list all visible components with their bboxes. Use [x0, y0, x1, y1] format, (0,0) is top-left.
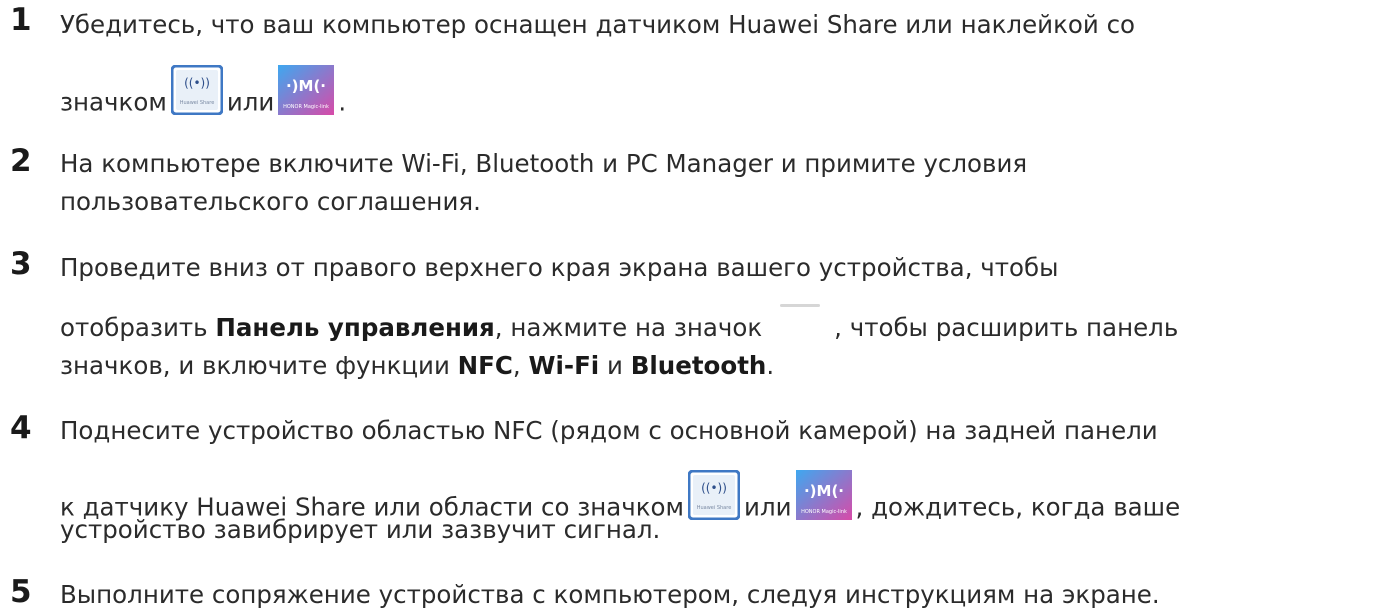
honor-magic-link-icon: ·)M(· HONOR Magic-link [795, 470, 852, 520]
step-text-line: отобразить Панель управления, нажмите на… [60, 304, 1178, 341]
honor-magic-link-icon: ·)M(· HONOR Magic-link [278, 65, 335, 115]
svg-text:Huawei Share: Huawei Share [697, 505, 732, 511]
svg-text:·)M(·: ·)M(· [286, 77, 326, 95]
step-text-line: значком ((•)) Huawei Share или ·)M(· HON… [60, 65, 346, 115]
step-text-line: устройство завибрирует или зазвучит сигн… [60, 515, 661, 544]
step-text-line: На компьютере включите Wi-Fi, Bluetooth … [60, 149, 1028, 178]
huawei-share-icon: ((•)) Huawei Share [170, 65, 223, 115]
svg-text:Huawei Share: Huawei Share [180, 100, 215, 106]
step-number: 4 [10, 410, 32, 446]
svg-text:((•)): ((•)) [184, 76, 210, 90]
expand-panel-icon [780, 304, 821, 307]
step-text-line: к датчику Huawei Share или области со зн… [60, 470, 1180, 520]
step-text-line: пользовательского соглашения. [60, 187, 481, 216]
instruction-page: 1 Убедитесь, что ваш компьютер оснащен д… [0, 0, 1380, 609]
step-text-line: Проведите вниз от правого верхнего края … [60, 253, 1059, 282]
step-text-line: Убедитесь, что ваш компьютер оснащен дат… [60, 10, 1136, 39]
svg-text:((•)): ((•)) [701, 481, 727, 495]
step-number: 2 [10, 143, 32, 179]
step-number: 1 [10, 2, 32, 38]
svg-text:·)M(·: ·)M(· [804, 482, 844, 500]
step-number: 5 [10, 574, 32, 609]
svg-text:HONOR Magic-link: HONOR Magic-link [801, 509, 847, 515]
huawei-share-icon: ((•)) Huawei Share [688, 470, 741, 520]
svg-text:HONOR Magic-link: HONOR Magic-link [283, 104, 329, 110]
step-number: 3 [10, 246, 32, 282]
step-text-line: Выполните сопряжение устройства с компью… [60, 580, 1160, 609]
step-text-line: Поднесите устройство областью NFC (рядом… [60, 416, 1158, 445]
step-text-line: значков, и включите функции NFC, Wi-Fi и… [60, 351, 775, 380]
